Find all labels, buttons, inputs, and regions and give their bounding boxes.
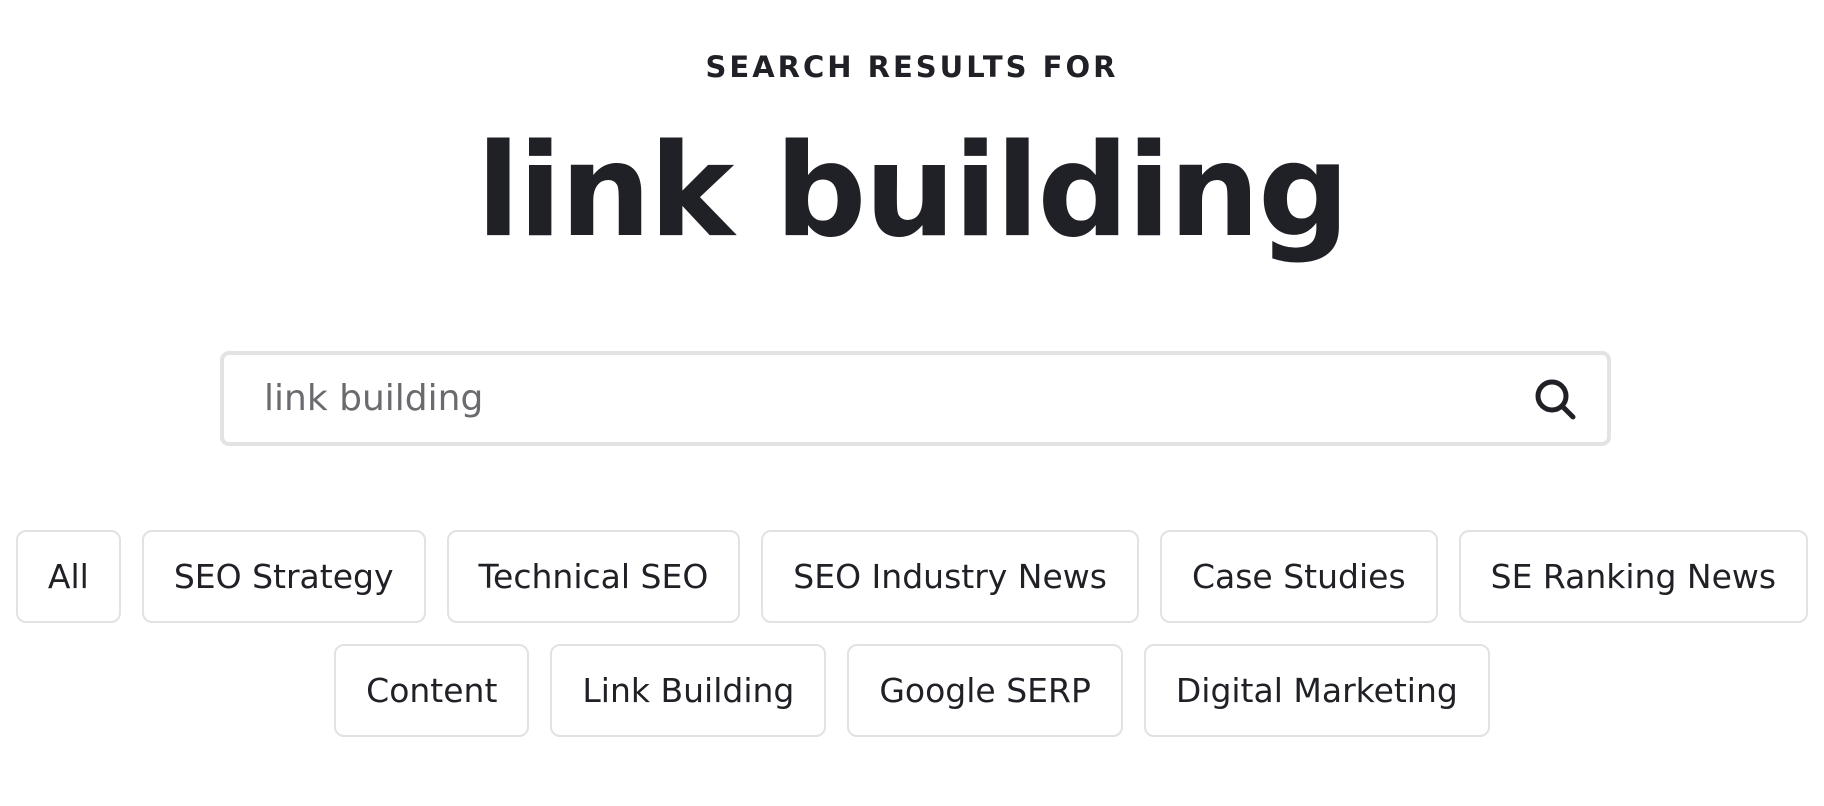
category-tag-google-serp[interactable]: Google SERP <box>847 644 1123 737</box>
category-tag-seo-industry-news[interactable]: SEO Industry News <box>761 530 1139 623</box>
category-tag-all[interactable]: All <box>15 530 121 623</box>
category-tag-case-studies[interactable]: Case Studies <box>1159 530 1438 623</box>
search-box <box>220 351 1611 446</box>
category-row-1: All SEO Strategy Technical SEO SEO Indus… <box>0 530 1824 623</box>
category-tag-content[interactable]: Content <box>334 644 530 737</box>
search-results-eyebrow: SEARCH RESULTS FOR <box>705 50 1119 84</box>
category-tag-technical-seo[interactable]: Technical SEO <box>446 530 741 623</box>
search-button[interactable] <box>1533 377 1577 421</box>
category-filters: All SEO Strategy Technical SEO SEO Indus… <box>0 530 1824 758</box>
category-tag-seo-strategy[interactable]: SEO Strategy <box>141 530 426 623</box>
category-tag-se-ranking-news[interactable]: SE Ranking News <box>1458 530 1809 623</box>
category-tag-link-building[interactable]: Link Building <box>550 644 827 737</box>
search-icon <box>1535 379 1576 420</box>
search-input[interactable] <box>264 355 1464 442</box>
category-tag-digital-marketing[interactable]: Digital Marketing <box>1143 644 1490 737</box>
category-row-2: Content Link Building Google SERP Digita… <box>0 644 1824 737</box>
page-title: link building <box>476 117 1349 266</box>
